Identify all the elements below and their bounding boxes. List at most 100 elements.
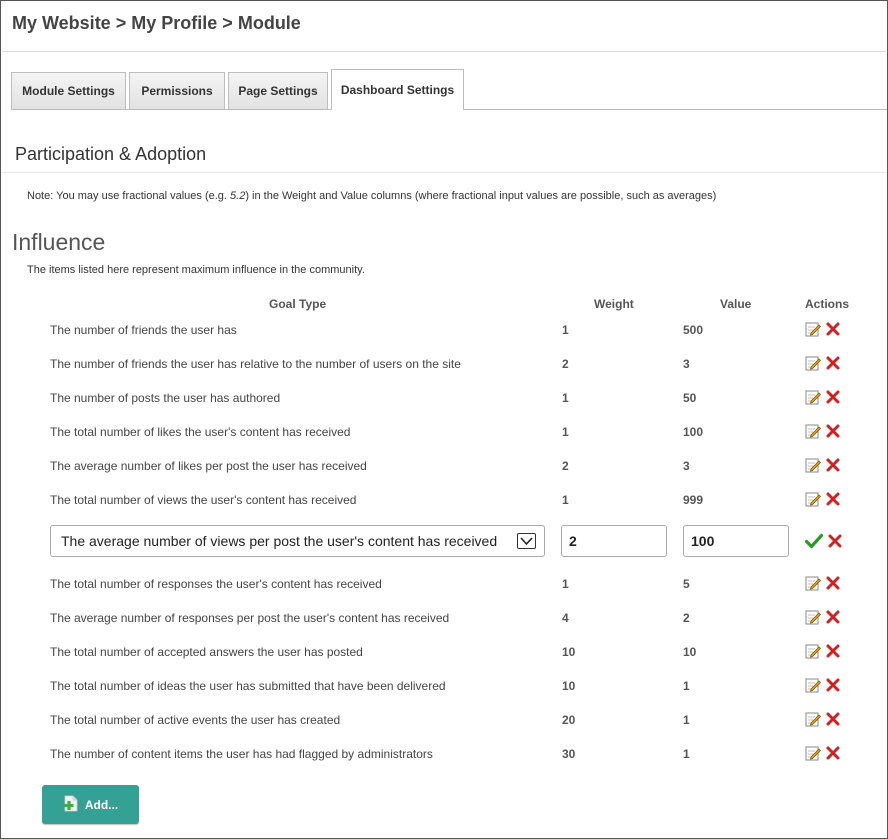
add-button[interactable]: Add... [42,785,139,824]
goal-weight: 10 [562,679,576,693]
goal-value: 5 [683,577,690,591]
goal-row: The total number of views the user's con… [1,491,888,511]
goal-row: The average number of responses per post… [1,609,888,629]
delete-x-icon[interactable] [825,609,841,625]
section-title: Participation & Adoption [15,144,207,164]
delete-x-icon[interactable] [825,677,841,693]
goal-type-text: The number of friends the user has relat… [50,357,461,371]
goal-value: 1 [683,747,690,761]
breadcrumb-website[interactable]: My Website [12,13,111,33]
column-header-goal-type: Goal Type [269,297,327,311]
breadcrumb-separator: > [115,13,127,33]
goal-type-text: The total number of likes the user's con… [50,425,351,439]
goal-weight: 1 [562,425,569,439]
tab-page-settings[interactable]: Page Settings [228,72,328,109]
goal-value: 10 [683,645,697,659]
goal-value: 999 [683,493,704,507]
goal-value: 2 [683,611,690,625]
delete-x-icon[interactable] [825,355,841,371]
pencil-edit-icon[interactable] [805,355,821,371]
goal-type-text: The total number of views the user's con… [50,493,357,507]
goal-weight: 1 [562,323,569,337]
pencil-edit-icon[interactable] [805,745,821,761]
tab-module-settings[interactable]: Module Settings [11,72,126,109]
goal-value: 3 [683,459,690,473]
delete-x-icon[interactable] [825,643,841,659]
breadcrumb-separator: > [222,13,233,33]
delete-x-icon[interactable] [825,745,841,761]
tab-dashboard-settings[interactable]: Dashboard Settings [331,69,464,110]
goal-value: 1 [683,713,690,727]
pencil-edit-icon[interactable] [805,677,821,693]
goal-row: The average number of likes per post the… [1,457,888,477]
goal-weight: 2 [562,357,569,371]
goal-row: The total number of likes the user's con… [1,423,888,443]
goal-weight: 1 [562,493,569,507]
chevron-down-icon[interactable] [517,533,536,549]
pencil-edit-icon[interactable] [805,643,821,659]
column-header-value: Value [720,297,752,311]
goal-weight: 1 [562,391,569,405]
influence-heading: Influence [12,229,106,255]
delete-x-icon[interactable] [825,575,841,591]
goal-edit-row: The average number of views per post the… [1,525,888,557]
goal-value: 1 [683,679,690,693]
goal-row: The number of friends the user has relat… [1,355,888,375]
checkmark-icon[interactable] [804,533,824,549]
settings-tabs: Module Settings Permissions Page Setting… [11,69,887,110]
goal-type-text: The total number of accepted answers the… [50,645,363,659]
tab-permissions[interactable]: Permissions [129,72,225,109]
goal-type-text: The average number of responses per post… [50,611,450,625]
breadcrumb: My Website > My Profile > Module [12,13,301,34]
goal-type-text: The number of friends the user has [50,323,237,337]
section-divider [2,172,886,173]
pencil-edit-icon[interactable] [805,711,821,727]
pencil-edit-icon[interactable] [805,491,821,507]
goal-type-text: The number of content items the user has… [50,747,433,761]
goal-row: The total number of ideas the user has s… [1,677,888,697]
pencil-edit-icon[interactable] [805,389,821,405]
goal-row: The total number of responses the user's… [1,575,888,595]
pencil-edit-icon[interactable] [805,575,821,591]
goal-type-select[interactable]: The average number of views per post the… [50,525,545,557]
goal-type-text: The total number of active events the us… [50,713,341,727]
goal-weight: 2 [562,459,569,473]
goal-row: The number of friends the user has 1 500 [1,321,888,341]
goal-type-text: The average number of likes per post the… [50,459,367,473]
delete-x-icon[interactable] [825,389,841,405]
delete-x-icon[interactable] [825,321,841,337]
pencil-edit-icon[interactable] [805,457,821,473]
add-page-icon [63,795,79,815]
delete-x-icon[interactable] [825,491,841,507]
pencil-edit-icon[interactable] [805,423,821,439]
breadcrumb-profile[interactable]: My Profile [131,13,217,33]
delete-x-icon[interactable] [827,533,843,549]
delete-x-icon[interactable] [825,457,841,473]
goal-value: 500 [683,323,704,337]
column-header-actions: Actions [805,297,850,311]
note-text: Note: You may use fractional values (e.g… [27,190,231,202]
goal-row: The number of posts the user has authore… [1,389,888,409]
goal-row: The total number of active events the us… [1,711,888,731]
header-divider [2,51,886,52]
goal-row: The total number of accepted answers the… [1,643,888,663]
goal-weight: 30 [562,747,576,761]
pencil-edit-icon[interactable] [805,321,821,337]
goal-value: 3 [683,357,690,371]
fractional-note: Note: You may use fractional values (e.g… [27,190,716,202]
pencil-edit-icon[interactable] [805,609,821,625]
value-input[interactable] [683,525,789,557]
goal-type-text: The number of posts the user has authore… [50,391,281,405]
goal-weight: 10 [562,645,576,659]
goal-weight: 4 [562,611,569,625]
note-example: 5.2 [230,190,246,202]
weight-input[interactable] [561,525,667,557]
column-header-weight: Weight [594,297,634,311]
goal-row: The number of content items the user has… [1,745,888,765]
goal-type-text: The total number of responses the user's… [50,577,382,591]
note-text-end: ) in the Weight and Value columns (where… [245,190,717,202]
window-frame: My Website > My Profile > Module Module … [0,0,888,839]
delete-x-icon[interactable] [825,423,841,439]
breadcrumb-module: Module [237,13,301,33]
delete-x-icon[interactable] [825,711,841,727]
